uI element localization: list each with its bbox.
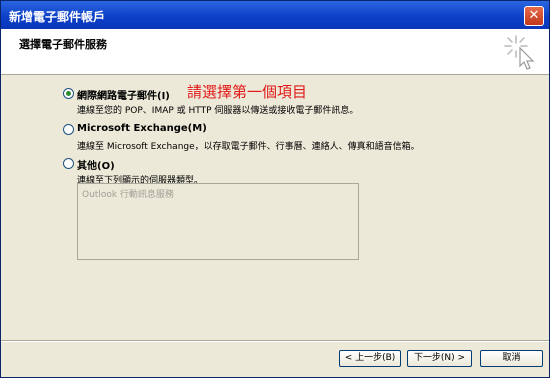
option-label[interactable]: 網際網路電子郵件(I) xyxy=(77,87,170,102)
option-description: 連線至 Microsoft Exchange，以存取電子郵件、行事曆、連絡人、傳… xyxy=(77,142,420,152)
list-item: Outlook 行動訊息服務 xyxy=(82,190,174,200)
wizard-header: 選擇電子郵件服務 xyxy=(1,29,549,75)
server-type-list: Outlook 行動訊息服務 xyxy=(77,183,359,260)
radio-other[interactable] xyxy=(63,158,74,169)
next-button[interactable]: 下一步(N) > xyxy=(407,350,472,367)
content-area: 網際網路電子郵件(I) 連線至您的 POP、IMAP 或 HTTP 伺服器以傳送… xyxy=(1,75,549,340)
window-title: 新增電子郵件帳戶 xyxy=(9,10,106,24)
close-icon: ✕ xyxy=(528,8,540,23)
page-title: 選擇電子郵件服務 xyxy=(19,38,107,51)
option-label[interactable]: Microsoft Exchange(M) xyxy=(77,123,207,134)
title-bar[interactable]: 新增電子郵件帳戶 ✕ xyxy=(1,1,549,29)
option-description: 連線至您的 POP、IMAP 或 HTTP 伺服器以傳送或接收電子郵件訊息。 xyxy=(77,106,359,116)
radio-internet-email[interactable] xyxy=(63,88,74,99)
option-label[interactable]: 其他(O) xyxy=(77,157,115,172)
close-button[interactable]: ✕ xyxy=(524,6,544,26)
sparkle-cursor-icon xyxy=(504,35,535,70)
annotation-text: 請選擇第一個項目 xyxy=(187,83,308,101)
cancel-button[interactable]: 取消 xyxy=(480,350,543,367)
radio-exchange[interactable] xyxy=(63,124,74,135)
back-button[interactable]: < 上一步(B) xyxy=(339,350,401,367)
footer-divider xyxy=(1,340,549,342)
dialog-window: 新增電子郵件帳戶 ✕ 選擇電子郵件服務 網際網路電子郵件(I) 連線至您的 PO… xyxy=(0,0,550,378)
